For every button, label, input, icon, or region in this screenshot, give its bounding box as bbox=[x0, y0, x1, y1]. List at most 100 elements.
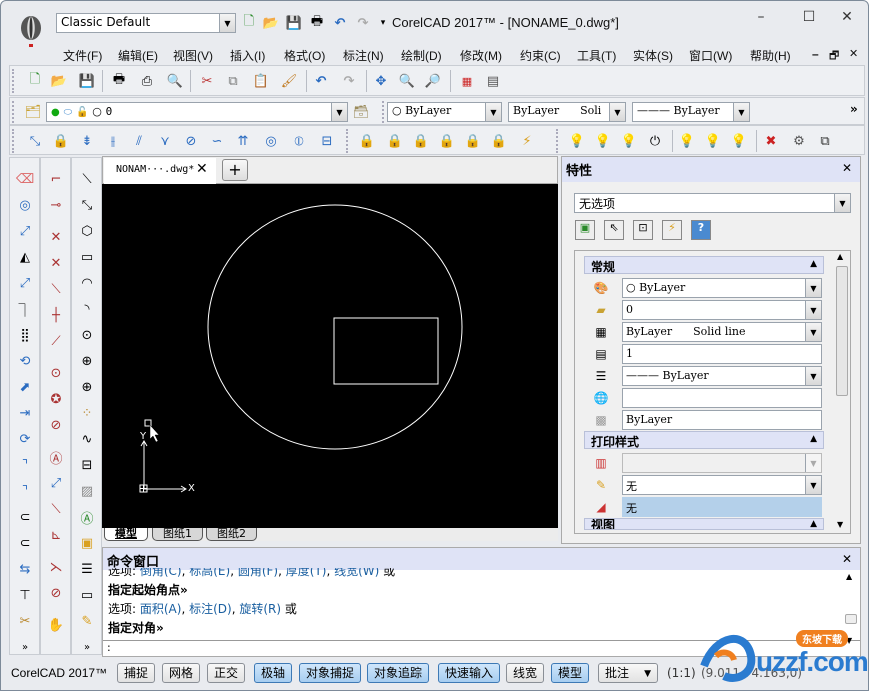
option-chamfer[interactable]: 倒角(C) bbox=[140, 568, 182, 578]
scrollbar-thumb[interactable] bbox=[836, 266, 848, 396]
erase-icon[interactable]: ⌫ bbox=[16, 170, 34, 188]
toolbar-overflow-icon[interactable]: » bbox=[850, 102, 858, 116]
zoom-previous-icon[interactable]: 🔎 bbox=[424, 72, 442, 90]
option-thickness[interactable]: 厚度(T) bbox=[286, 568, 327, 578]
help-icon[interactable]: ? bbox=[691, 220, 711, 240]
open-file-icon[interactable]: 📂 bbox=[263, 15, 279, 31]
scroll-up-icon[interactable]: ▲ bbox=[846, 572, 852, 581]
fix-icon[interactable]: 🔒 bbox=[52, 132, 70, 150]
convert-constraint-icon[interactable]: ⚡ bbox=[518, 132, 536, 150]
new-file-icon[interactable]: 🗋 bbox=[241, 14, 257, 31]
chevron-down-icon[interactable]: ▼ bbox=[219, 14, 235, 32]
hide-all-constraints-icon[interactable]: 💡 bbox=[620, 132, 638, 150]
horizontal-icon[interactable]: ⇈ bbox=[234, 132, 252, 150]
toolbar-grip[interactable] bbox=[556, 129, 559, 153]
maximize-button[interactable]: ☐ bbox=[794, 9, 824, 29]
chevron-down-icon[interactable]: ▼ bbox=[805, 476, 821, 494]
redo-icon[interactable]: ↷ bbox=[340, 72, 358, 90]
annotation-select[interactable]: 批注 ▼ bbox=[598, 663, 658, 683]
toggle-pickadd-icon[interactable]: ⊡ bbox=[633, 220, 653, 240]
layer-select[interactable]: ● ⬭ 🔓 ○ 0 ▼ bbox=[46, 102, 348, 122]
customize-quick-access-icon[interactable]: ▾ bbox=[375, 15, 391, 31]
rotate-icon[interactable]: ⟳ bbox=[16, 430, 34, 448]
new-tab-button[interactable]: + bbox=[222, 159, 248, 181]
chevron-down-icon[interactable]: ▼ bbox=[609, 103, 625, 121]
baseline-icon[interactable]: ⟍ bbox=[47, 500, 65, 518]
show-dim-constraints-icon[interactable]: 💡 bbox=[678, 132, 696, 150]
close-properties-icon[interactable]: ✕ bbox=[842, 161, 852, 175]
collapse-icon[interactable]: ▲ bbox=[810, 519, 817, 529]
circle-points-icon[interactable]: ✪ bbox=[47, 390, 65, 408]
scale-icon[interactable]: ⬈ bbox=[16, 378, 34, 396]
expand-toolbar-icon[interactable]: » bbox=[78, 638, 96, 656]
multiline-text-icon[interactable]: ☰ bbox=[78, 560, 96, 578]
workspace-select[interactable]: Classic Default ▼ bbox=[56, 13, 236, 33]
print-icon[interactable]: 🖶 bbox=[110, 72, 128, 90]
array-icon[interactable]: ⣿ bbox=[16, 326, 34, 344]
center-mark-icon[interactable]: ⊙ bbox=[47, 364, 65, 382]
zoom-realtime-icon[interactable]: 🔍 bbox=[398, 72, 416, 90]
scrollbar-thumb[interactable] bbox=[845, 614, 857, 624]
coincident-icon[interactable]: ⤡ bbox=[26, 132, 44, 150]
menu-insert[interactable]: 插入(I) bbox=[230, 47, 265, 64]
layer-previous-icon[interactable]: 🗃 bbox=[352, 103, 370, 121]
undo-icon[interactable]: ↶ bbox=[332, 15, 348, 31]
symmetric-icon[interactable]: ⦶ bbox=[290, 132, 308, 150]
sheet-tab-layout1[interactable]: 图纸1 bbox=[152, 528, 203, 541]
continue-dim-icon[interactable]: ⋋ bbox=[47, 558, 65, 576]
rectangle-icon[interactable]: ▭ bbox=[78, 248, 96, 266]
chevron-down-icon[interactable]: ▼ bbox=[805, 301, 821, 319]
menu-modify[interactable]: 修改(M) bbox=[460, 47, 502, 64]
aligned-dim-icon[interactable]: ⊸ bbox=[47, 196, 65, 214]
toolbar-grip[interactable] bbox=[12, 101, 15, 123]
lineweight-select[interactable]: ——— ByLayer ▼ bbox=[632, 102, 750, 122]
parallel-icon[interactable]: ⫽ bbox=[130, 132, 148, 150]
prop-color-field[interactable]: ○ ByLayer ▼ bbox=[622, 278, 822, 298]
prop-lineweight-field[interactable]: ——— ByLayer ▼ bbox=[622, 366, 822, 386]
horizontal-dim-constraint-icon[interactable]: 🔒 bbox=[386, 132, 404, 150]
hatch-icon[interactable]: ▨ bbox=[78, 482, 96, 500]
option-dimensions[interactable]: 标注(D) bbox=[189, 602, 232, 616]
lineweight-toggle[interactable]: 线宽 bbox=[506, 663, 545, 683]
option-rotation[interactable]: 旋转(R) bbox=[239, 602, 281, 616]
copy-entity-icon[interactable]: ⤢ bbox=[16, 222, 34, 240]
perpendicular-icon[interactable]: ⋎ bbox=[156, 132, 174, 150]
linear-dim-icon[interactable]: ⌐ bbox=[47, 170, 65, 188]
spline-icon[interactable]: ∿ bbox=[78, 430, 96, 448]
sheet-tab-layout2[interactable]: 图纸2 bbox=[206, 528, 257, 541]
print-icon[interactable]: 🖶 bbox=[309, 14, 325, 31]
dynamic-input-toggle[interactable]: 快速输入 bbox=[438, 663, 501, 683]
fillet-icon[interactable]: ⌝ bbox=[16, 482, 34, 500]
prop-print-table-type-field[interactable]: 无 bbox=[622, 497, 822, 517]
minimize-button[interactable]: – bbox=[746, 9, 776, 29]
ortho-toggle[interactable]: 正交 bbox=[207, 663, 246, 683]
menu-draw[interactable]: 绘制(D) bbox=[401, 47, 442, 64]
show-all-constraints-icon[interactable]: 💡 bbox=[594, 132, 612, 150]
ordinate-dim-icon[interactable]: ┼ bbox=[47, 306, 65, 324]
collapse-icon[interactable]: ▲ bbox=[810, 259, 817, 269]
single-line-text-icon[interactable]: ▭ bbox=[78, 586, 96, 604]
model-toggle[interactable]: 模型 bbox=[551, 663, 590, 683]
vertical-icon[interactable]: ⊟ bbox=[318, 132, 336, 150]
color-select[interactable]: ○ ByLayer ▼ bbox=[387, 102, 502, 122]
vertical-dim-constraint-icon[interactable]: 🔒 bbox=[412, 132, 430, 150]
radius-dim-constraint-icon[interactable]: 🔒 bbox=[438, 132, 456, 150]
text-style-icon[interactable]: ▦ bbox=[458, 72, 476, 90]
prop-linetype-field[interactable]: ByLayer Solid line ▼ bbox=[622, 322, 822, 342]
section-print-style[interactable]: 打印样式 ▲ bbox=[584, 431, 824, 449]
arc-3point-icon[interactable]: ◝ bbox=[78, 300, 96, 318]
menu-constraints[interactable]: 约束(C) bbox=[520, 47, 561, 64]
linetype-select[interactable]: ByLayer Soli ▼ bbox=[508, 102, 626, 122]
toolbar-grip[interactable] bbox=[382, 101, 385, 123]
collapse-icon[interactable]: ▲ bbox=[810, 434, 817, 444]
chevron-down-icon[interactable]: ▼ bbox=[805, 367, 821, 385]
explode-icon[interactable]: ◎ bbox=[16, 196, 34, 214]
chamfer-icon[interactable]: ⌝ bbox=[16, 456, 34, 474]
chevron-down-icon[interactable]: ▼ bbox=[834, 194, 850, 212]
insert-block-icon[interactable]: ⊟ bbox=[78, 456, 96, 474]
tolerance-icon[interactable]: ⊾ bbox=[47, 526, 65, 544]
aligned-dim-constraint-icon[interactable]: 🔒 bbox=[358, 132, 376, 150]
otrack-toggle[interactable]: 对象追踪 bbox=[367, 663, 430, 683]
constraint-settings-icon[interactable]: ⚙ bbox=[790, 132, 808, 150]
menu-help[interactable]: 帮助(H) bbox=[750, 47, 791, 64]
